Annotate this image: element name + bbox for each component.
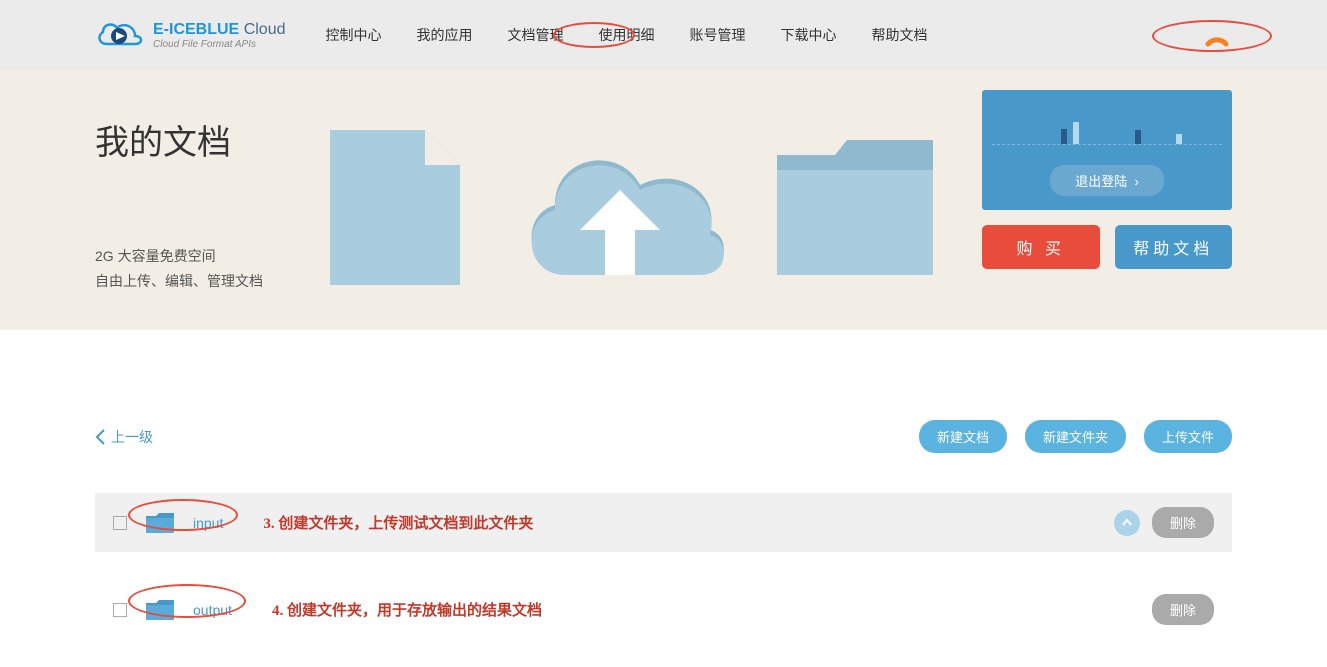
main-nav: 控制中心 我的应用 文档管理 使用明细 账号管理 下载中心 帮助文档: [326, 25, 1203, 45]
folder-name[interactable]: output: [193, 602, 232, 618]
row-checkbox[interactable]: [113, 603, 127, 617]
hero-desc-line1: 2G 大容量免费空间: [95, 244, 315, 269]
folder-icon: [765, 120, 945, 290]
annotation-output: 4. 创建文件夹，用于存放输出的结果文档: [272, 599, 542, 620]
usage-chart: 退出登陆 ›: [982, 90, 1232, 210]
chevron-left-icon: [95, 429, 105, 445]
hero-section: 我的文档 2G 大容量免费空间 自由上传、编辑、管理文档: [0, 70, 1327, 330]
page-title: 我的文档: [95, 115, 315, 164]
logo-title: E-ICEBLUE: [153, 21, 239, 38]
header-bar: E-ICEBLUE Cloud Cloud File Format APIs 控…: [0, 0, 1327, 70]
row-checkbox[interactable]: [113, 516, 127, 530]
folder-name[interactable]: input: [193, 515, 223, 531]
nav-download-center[interactable]: 下载中心: [781, 25, 837, 45]
logo[interactable]: E-ICEBLUE Cloud Cloud File Format APIs: [95, 16, 286, 54]
new-folder-button[interactable]: 新建文件夹: [1025, 420, 1126, 453]
buy-button[interactable]: 购 买: [982, 225, 1100, 269]
upload-file-button[interactable]: 上传文件: [1144, 420, 1232, 453]
nav-doc-management[interactable]: 文档管理: [508, 25, 564, 45]
table-row: input 3. 创建文件夹，上传测试文档到此文件夹 删除: [95, 493, 1232, 552]
document-icon: [315, 115, 475, 295]
table-row: output 4. 创建文件夹，用于存放输出的结果文档 删除: [95, 580, 1232, 639]
logo-subtitle: Cloud File Format APIs: [153, 39, 286, 50]
hero-desc-line2: 自由上传、编辑、管理文档: [95, 269, 315, 294]
delete-button[interactable]: 删除: [1152, 507, 1214, 538]
nav-control-center[interactable]: 控制中心: [326, 25, 382, 45]
user-avatar-icon[interactable]: [1202, 20, 1232, 50]
help-doc-button[interactable]: 帮助文档: [1115, 225, 1233, 269]
nav-help-docs[interactable]: 帮助文档: [872, 25, 928, 45]
nav-my-apps[interactable]: 我的应用: [417, 25, 473, 45]
hero-description: 2G 大容量免费空间 自由上传、编辑、管理文档: [95, 244, 315, 294]
folder-icon: [145, 599, 175, 621]
cloud-logo-icon: [95, 16, 145, 54]
nav-usage-details[interactable]: 使用明细: [599, 25, 655, 45]
logo-cloud: Cloud: [244, 21, 286, 38]
delete-button[interactable]: 删除: [1152, 594, 1214, 625]
logout-button[interactable]: 退出登陆 ›: [1050, 165, 1164, 196]
expand-button[interactable]: [1114, 510, 1140, 536]
chevron-up-icon: [1122, 519, 1132, 526]
file-list-section: 上一级 新建文档 新建文件夹 上传文件 input 3. 创建文件夹，上传测试文…: [0, 330, 1327, 639]
cloud-upload-icon: [510, 115, 730, 295]
annotation-input: 3. 创建文件夹，上传测试文档到此文件夹: [263, 512, 533, 533]
back-link[interactable]: 上一级: [95, 427, 153, 447]
back-label: 上一级: [111, 427, 153, 447]
folder-icon: [145, 512, 175, 534]
nav-account-management[interactable]: 账号管理: [690, 25, 746, 45]
new-doc-button[interactable]: 新建文档: [919, 420, 1007, 453]
hero-illustrations: [315, 100, 945, 310]
